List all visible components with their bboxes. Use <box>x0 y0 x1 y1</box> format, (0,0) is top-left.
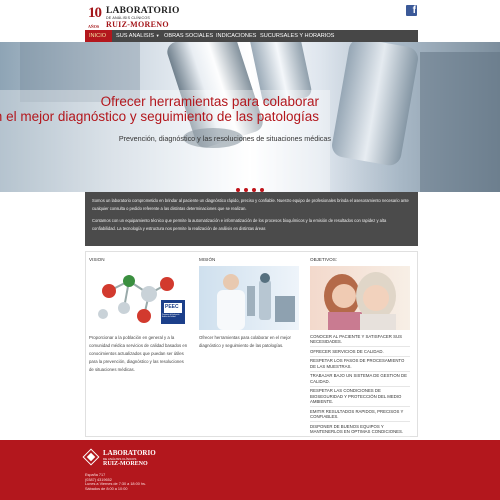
footer-logo[interactable]: LABORATORIO DE ANÁLISIS CLÍNICOS RUIZ-MO… <box>82 448 165 472</box>
address-hours-saturday: Sábados de 8:00 a 10:00 <box>85 486 128 491</box>
lab-technician-image <box>199 266 299 330</box>
nav-item-label: INDICACIONES <box>216 33 257 39</box>
logo-line-3: RUIZ-MORENO <box>106 20 169 29</box>
list-item: EMITIR RESULTADOS RAPIDOS, PRECISOS Y CO… <box>310 407 410 422</box>
mision-column: MISIÓN Ofrecer herramientas para colabor… <box>199 256 299 348</box>
nav-item-sucursales[interactable]: SUCURSALES Y HORARIOS <box>256 30 338 42</box>
main-nav: INICIO SUS ANALISIS ▾ OBRAS SOCIALES IND… <box>85 30 418 42</box>
list-item: RESPETAR LOS PASOS DE PROCESAMIENTO DE L… <box>310 357 410 372</box>
facebook-icon[interactable]: f <box>406 5 417 16</box>
site-logo[interactable]: 10 AÑOS LABORATORIO DE ANÁLISIS CLÍNICOS… <box>88 5 180 29</box>
nav-item-label: OBRAS SOCIALES <box>164 33 214 39</box>
list-item: RESPETAR LAS CONDICIONES DE BIOSEGURIDAD… <box>310 387 410 407</box>
intro-paragraph-2: Contamos con un equipamiento técnico que… <box>92 218 387 231</box>
mision-title: MISIÓN <box>199 257 216 262</box>
hero-subtitle: Prevención, diagnóstico y las resolucion… <box>118 134 331 143</box>
logo-wordmark: LABORATORIO DE ANÁLISIS CLÍNICOS RUIZ-MO… <box>106 6 180 29</box>
hero-title-line-2: en el mejor diagnóstico y seguimiento de… <box>0 109 319 124</box>
peec-caption: Programa de Evaluación Externa de Calida… <box>162 315 180 318</box>
nav-item-obras-sociales[interactable]: OBRAS SOCIALES <box>160 30 217 42</box>
hero-title-line-1: Ofrecer herramientas para colaborar <box>100 94 319 109</box>
list-item: CONOCER AL PACIENTE Y SATISFACER SUS NEC… <box>310 332 410 347</box>
vision-text: Proporcionar a la población en general y… <box>89 335 188 372</box>
footer-wordmark: LABORATORIO DE ANÁLISIS CLÍNICOS RUIZ-MO… <box>103 449 156 468</box>
intro-paragraph-1: Somos un laboratorio comprometido en bri… <box>92 198 409 211</box>
logo-line-1: LABORATORIO <box>106 6 180 16</box>
objetivos-column: OBJETIVOS: CONOCER AL PACIENTE Y SATISFA… <box>310 256 410 437</box>
anniversary-badge: 10 AÑOS <box>88 5 104 29</box>
hero-slider: Ofrecer herramientas para colaborar en e… <box>0 42 500 192</box>
nav-item-label: SUCURSALES Y HORARIOS <box>260 33 335 39</box>
site-header: 10 AÑOS LABORATORIO DE ANÁLISIS CLÍNICOS… <box>0 0 500 30</box>
footer-address: España 717 (0387) 4319652 Lunes a Vierne… <box>85 473 146 491</box>
list-item: DISPONER DE BUENOS EQUIPOS Y MANTENERLOS… <box>310 422 410 437</box>
content-columns: VISION PEEC Programa de Evaluación Exter… <box>85 251 418 437</box>
objetivos-list: CONOCER AL PACIENTE Y SATISFACER SUS NEC… <box>310 332 410 437</box>
list-item: OFRECER SERVICIOS DE CALIDAD. <box>310 347 410 357</box>
nav-item-sus-analisis[interactable]: SUS ANALISIS ▾ <box>112 30 163 42</box>
chevron-down-icon: ▾ <box>156 33 159 38</box>
vision-title: VISION <box>89 257 105 262</box>
nav-item-label: INICIO <box>89 33 107 39</box>
nav-item-indicaciones[interactable]: INDICACIONES <box>212 30 260 42</box>
nav-item-inicio[interactable]: INICIO <box>85 30 112 42</box>
peec-badge: PEEC <box>165 304 179 310</box>
footer-logo-line-1: LABORATORIO <box>103 449 156 457</box>
nav-item-label: SUS ANALISIS <box>116 33 154 39</box>
vision-column: VISION PEEC Programa de Evaluación Exter… <box>89 256 189 372</box>
patients-photo <box>310 266 410 330</box>
slider-pagination <box>236 179 268 192</box>
objetivos-title: OBJETIVOS: <box>310 257 338 262</box>
site-footer: LABORATORIO DE ANÁLISIS CLÍNICOS RUIZ-MO… <box>0 440 500 500</box>
footer-logo-line-3: RUIZ-MORENO <box>103 461 148 467</box>
mision-text: Ofrecer herramientas para colaborar en e… <box>199 335 291 348</box>
molecule-image: PEEC Programa de Evaluación Externa de C… <box>89 266 189 330</box>
list-item: TRABAJAR BAJO UN SISTEMA DE GESTION DE C… <box>310 372 410 387</box>
intro-band: Somos un laboratorio comprometido en bri… <box>85 192 418 246</box>
